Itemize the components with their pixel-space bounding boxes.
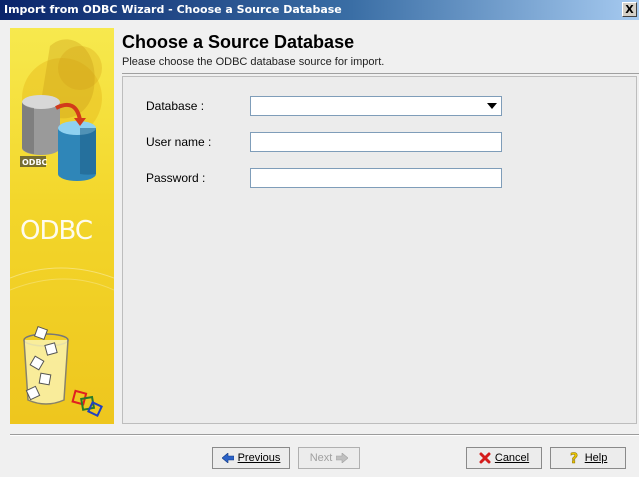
odbc-cylinder-label: ODBC: [22, 158, 48, 167]
question-mark-icon: ?: [569, 451, 578, 465]
close-icon: X: [625, 3, 634, 16]
database-dropdown-button[interactable]: [484, 98, 500, 114]
page-title: Choose a Source Database: [122, 32, 355, 52]
footer-divider: [10, 434, 639, 436]
basket-cubes-icon: [23, 325, 103, 417]
database-label: Database :: [146, 99, 205, 113]
username-label: User name :: [146, 135, 212, 149]
window-title: Import from ODBC Wizard - Choose a Sourc…: [4, 3, 342, 16]
red-x-icon: [479, 452, 491, 464]
help-button-label: Help: [584, 452, 608, 464]
next-button[interactable]: Next: [298, 447, 360, 469]
help-button[interactable]: ? Help: [550, 447, 626, 469]
wizard-side-banner: ODBC ODBC: [10, 28, 114, 424]
svg-text:?: ?: [570, 451, 578, 465]
chevron-down-icon: [487, 103, 497, 109]
password-label: Password :: [146, 171, 206, 185]
database-select[interactable]: [250, 96, 502, 116]
cancel-button[interactable]: Cancel: [466, 447, 542, 469]
cancel-button-label: Cancel: [494, 452, 530, 464]
password-input[interactable]: [250, 168, 502, 188]
arrow-right-icon: [336, 453, 349, 463]
odbc-logo-text: ODBC: [20, 216, 93, 246]
header-divider: [122, 73, 639, 74]
arrow-left-icon: [221, 453, 234, 463]
page-subtitle: Please choose the ODBC database source f…: [122, 56, 385, 68]
username-input[interactable]: [250, 132, 502, 152]
form-panel: [122, 76, 637, 424]
title-bar: Import from ODBC Wizard - Choose a Sourc…: [0, 0, 639, 20]
close-button[interactable]: X: [622, 2, 637, 17]
previous-button-label: Previous: [237, 452, 281, 464]
previous-button[interactable]: Previous: [212, 447, 290, 469]
next-button-label: Next: [309, 452, 333, 464]
